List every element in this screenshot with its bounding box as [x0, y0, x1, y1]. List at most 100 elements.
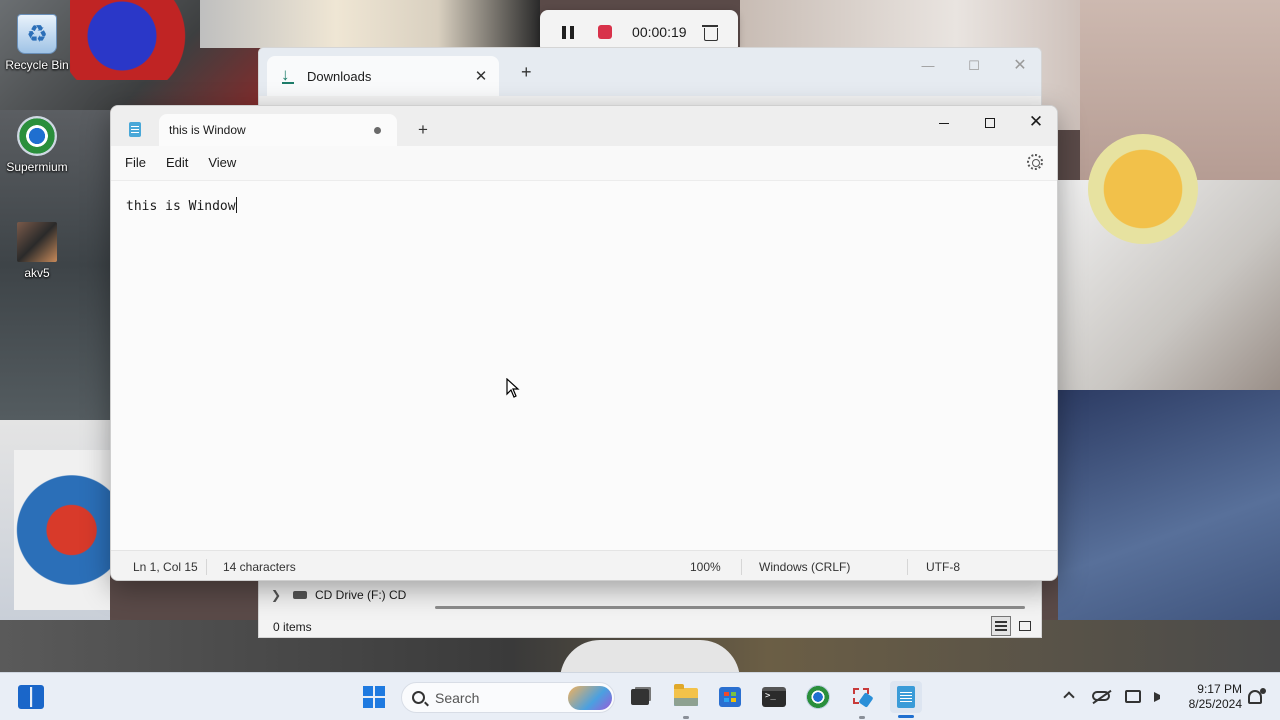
taskbar-file-explorer[interactable] — [670, 681, 702, 713]
notepad-window: this is Window + ✕ File Edit View this i… — [110, 105, 1058, 581]
network-icon — [1125, 690, 1141, 703]
details-view-button[interactable] — [991, 616, 1011, 636]
new-tab-button[interactable]: + — [413, 120, 433, 140]
zoom-level[interactable]: 100% — [690, 560, 721, 574]
clock-date: 8/25/2024 — [1188, 697, 1242, 711]
taskbar-microsoft-store[interactable] — [714, 681, 746, 713]
download-icon — [281, 65, 295, 85]
text-caret — [235, 197, 237, 213]
unsaved-indicator-icon[interactable] — [374, 126, 381, 134]
taskbar-supermium[interactable] — [802, 681, 834, 713]
taskbar-search-box[interactable]: Search — [401, 682, 615, 713]
explorer-tab-label: Downloads — [307, 68, 372, 84]
notepad-icon — [129, 122, 141, 137]
desktop-icon-label: akv5 — [24, 266, 50, 280]
item-count: 0 items — [273, 619, 312, 634]
wallpaper-tile — [14, 450, 110, 610]
widgets-icon[interactable] — [18, 685, 44, 709]
recording-timer: 00:00:19 — [632, 24, 687, 40]
volume-icon — [1154, 692, 1164, 702]
show-hidden-icons-button[interactable] — [1058, 687, 1080, 707]
explorer-status-bar: 0 items — [259, 614, 1041, 637]
nav-item-label: CD Drive (F:) CD — [315, 588, 407, 602]
minimize-icon — [939, 122, 949, 124]
minimize-button[interactable]: — — [905, 54, 951, 78]
active-indicator — [898, 715, 914, 718]
wallpaper-tile — [200, 0, 540, 48]
running-indicator — [859, 716, 865, 719]
desktop-icon-label: Recycle Bin — [5, 58, 69, 72]
notepad-tab-title: this is Window — [169, 123, 246, 137]
supermium-browser-icon — [806, 685, 830, 709]
taskbar-terminal[interactable] — [758, 681, 790, 713]
text-editor-area[interactable]: this is Window — [111, 180, 1057, 550]
stop-record-icon — [597, 25, 612, 39]
search-label: Search — [435, 689, 480, 706]
chevron-right-icon[interactable]: ❯ — [271, 588, 293, 602]
menu-edit[interactable]: Edit — [156, 148, 198, 178]
wallpaper-tile — [1088, 134, 1198, 244]
encoding[interactable]: UTF-8 — [926, 560, 960, 574]
terminal-icon — [762, 687, 786, 707]
desktop-icon-supermium[interactable]: Supermium — [0, 116, 74, 174]
start-icon — [363, 686, 385, 708]
notepad-tab[interactable]: this is Window — [159, 114, 397, 146]
menu-view[interactable]: View — [198, 148, 246, 178]
taskbar-clock[interactable]: 9:17 PM 8/25/2024 — [1176, 682, 1242, 712]
settings-gear-icon[interactable] — [1027, 154, 1043, 170]
close-tab-button[interactable]: ✕ — [469, 67, 493, 85]
image-file-icon — [17, 222, 57, 262]
trash-icon — [701, 24, 718, 41]
cursor-position: Ln 1, Col 15 — [133, 560, 198, 574]
chevron-up-icon — [1063, 691, 1075, 703]
microsoft-store-icon — [719, 687, 741, 707]
editor-content: this is Window — [126, 199, 236, 214]
volume-tray-button[interactable] — [1148, 687, 1170, 707]
close-window-button[interactable]: ✕ — [1013, 108, 1057, 138]
maximize-button[interactable]: ☐ — [951, 54, 997, 78]
menu-file[interactable]: File — [115, 148, 156, 178]
task-view-button[interactable] — [624, 681, 656, 713]
desktop-icon-label: Supermium — [6, 160, 68, 174]
explorer-tab-downloads[interactable]: Downloads ✕ — [267, 56, 499, 96]
desktop-icon-akv5[interactable]: akv5 — [0, 222, 74, 280]
taskbar: Search 9:17 PM 8/25/2024 — [0, 672, 1280, 720]
notepad-status-bar: Ln 1, Col 15 14 characters 100% Windows … — [111, 550, 1057, 580]
search-highlight-icon — [568, 685, 612, 710]
onedrive-tray-button[interactable] — [1090, 687, 1112, 707]
status-divider — [741, 559, 742, 575]
desktop-icon-recycle-bin[interactable]: Recycle Bin — [0, 14, 74, 72]
new-tab-button[interactable]: + — [521, 62, 532, 83]
onedrive-offline-icon — [1092, 691, 1110, 701]
tiles-view-icon — [1019, 621, 1031, 631]
status-divider — [206, 559, 207, 575]
recycle-bin-icon — [17, 14, 57, 54]
taskbar-snipping-tool[interactable] — [846, 681, 878, 713]
snipping-tool-icon — [851, 686, 873, 708]
pause-icon — [562, 25, 575, 39]
wallpaper-tile — [70, 0, 200, 80]
view-toggle — [991, 616, 1035, 636]
maximize-button[interactable] — [967, 108, 1013, 138]
notification-bell-icon — [1248, 688, 1266, 704]
tiles-view-button[interactable] — [1015, 616, 1035, 636]
status-divider — [907, 559, 908, 575]
supermium-browser-icon — [17, 116, 57, 156]
file-explorer-icon — [674, 684, 698, 706]
network-tray-button[interactable] — [1122, 687, 1144, 707]
task-view-icon — [631, 689, 649, 705]
horizontal-scrollbar[interactable] — [435, 606, 1025, 609]
taskbar-notepad[interactable] — [890, 681, 922, 713]
details-view-icon — [995, 621, 1007, 631]
notepad-title-bar[interactable]: this is Window + ✕ — [111, 106, 1057, 146]
running-indicator — [683, 716, 689, 719]
cd-drive-icon — [293, 591, 307, 599]
clock-time: 9:17 PM — [1197, 682, 1242, 696]
minimize-button[interactable] — [921, 108, 967, 138]
start-button[interactable] — [358, 681, 390, 713]
line-ending[interactable]: Windows (CRLF) — [759, 560, 850, 574]
close-window-button[interactable]: ✕ — [997, 54, 1041, 78]
search-icon — [412, 691, 425, 704]
notifications-button[interactable] — [1244, 687, 1266, 707]
notepad-icon — [897, 686, 915, 708]
